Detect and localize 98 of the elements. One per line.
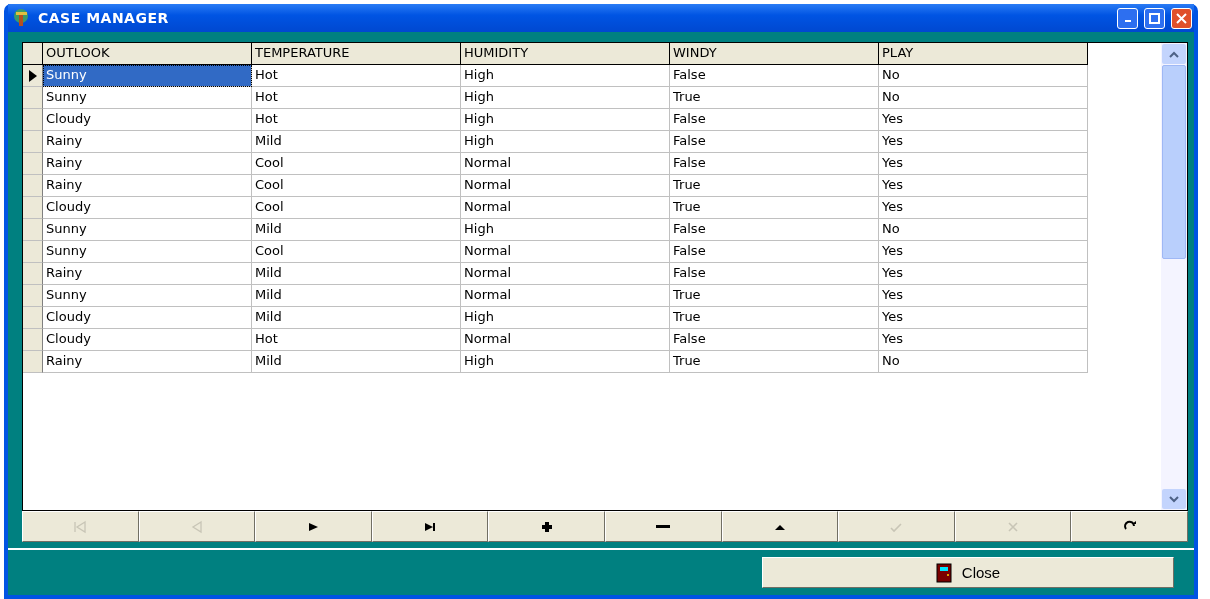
last-button[interactable] (371, 511, 489, 542)
table-cell: Yes (879, 263, 1088, 285)
table-cell: False (670, 263, 879, 285)
table-cell: Normal (461, 197, 670, 219)
table-cell: Yes (879, 329, 1088, 351)
prior-button[interactable] (138, 511, 256, 542)
table-cell: Rainy (43, 351, 252, 373)
post-button[interactable] (838, 511, 955, 542)
table-cell: Cloudy (43, 329, 252, 351)
window-close-button[interactable] (1171, 7, 1192, 29)
first-button[interactable] (22, 511, 139, 542)
table-cell: No (879, 351, 1088, 373)
door-icon (935, 562, 952, 583)
scrollbar[interactable] (1161, 43, 1187, 510)
table-cell: Yes (879, 109, 1088, 131)
table-cell: Normal (461, 175, 670, 197)
table-cell: False (670, 219, 879, 241)
table-cell: Cloudy (43, 307, 252, 329)
table-cell: Mild (252, 351, 461, 373)
table-cell: False (670, 241, 879, 263)
maximize-icon (1149, 12, 1160, 24)
table-cell: True (670, 351, 879, 373)
column-header[interactable]: PLAY (879, 43, 1088, 65)
table-cell: False (670, 65, 879, 87)
table-cell: High (461, 351, 670, 373)
table-cell: Yes (879, 153, 1088, 175)
table-cell: Rainy (43, 131, 252, 153)
column-header[interactable]: HUMIDITY (461, 43, 670, 65)
table-cell: Normal (461, 285, 670, 307)
table-cell: High (461, 307, 670, 329)
table-cell: Normal (461, 153, 670, 175)
table-cell: Hot (252, 65, 461, 87)
table-cell: Normal (461, 263, 670, 285)
cancel-button[interactable] (954, 511, 1072, 542)
table-cell: Yes (879, 131, 1088, 153)
table-cell: False (670, 131, 879, 153)
table-cell: Mild (252, 263, 461, 285)
table-cell: True (670, 197, 879, 219)
table-cell: Mild (252, 307, 461, 329)
next-button[interactable] (255, 511, 372, 542)
minimize-button[interactable] (1117, 7, 1138, 29)
table-cell: Rainy (43, 153, 252, 175)
table-cell: Sunny (43, 285, 252, 307)
scroll-down-icon[interactable] (1169, 495, 1179, 503)
table-cell: Sunny (43, 87, 252, 109)
table-cell: Normal (461, 241, 670, 263)
table-cell: Yes (879, 197, 1088, 219)
table-cell: False (670, 153, 879, 175)
table-cell: High (461, 131, 670, 153)
table-cell: Normal (461, 329, 670, 351)
maximize-button[interactable] (1144, 7, 1165, 29)
table-cell: Hot (252, 87, 461, 109)
table-cell: Hot (252, 109, 461, 131)
delete-button[interactable] (604, 511, 722, 542)
close-icon (1176, 12, 1187, 24)
table-cell: False (670, 109, 879, 131)
table-cell: Cool (252, 241, 461, 263)
table-cell: Cool (252, 197, 461, 219)
row-indicator[interactable] (23, 65, 43, 87)
window-title: CASE MANAGER (38, 10, 170, 26)
insert-button[interactable] (488, 511, 605, 542)
table-cell: High (461, 109, 670, 131)
table-cell: True (670, 175, 879, 197)
table-cell: Yes (879, 307, 1088, 329)
table-cell: Mild (252, 219, 461, 241)
table-cell: High (461, 219, 670, 241)
table-cell: Yes (879, 175, 1088, 197)
table-cell: False (670, 329, 879, 351)
table-cell: Cool (252, 153, 461, 175)
table-cell: Yes (879, 285, 1088, 307)
table-cell: Sunny (43, 65, 252, 87)
minimize-icon (1124, 20, 1131, 22)
table-cell: Cool (252, 175, 461, 197)
table-cell: Mild (252, 131, 461, 153)
table-cell: Cloudy (43, 197, 252, 219)
table-cell: Rainy (43, 263, 252, 285)
column-header[interactable]: WINDY (670, 43, 879, 65)
scroll-up-icon[interactable] (1169, 50, 1179, 58)
table-cell: Sunny (43, 241, 252, 263)
column-header[interactable]: OUTLOOK (43, 43, 252, 65)
table-cell: High (461, 65, 670, 87)
table-cell: Rainy (43, 175, 252, 197)
edit-button[interactable] (721, 511, 839, 542)
table-cell: High (461, 87, 670, 109)
table-cell: No (879, 87, 1088, 109)
column-header[interactable]: TEMPERATURE (252, 43, 461, 65)
table-cell: Cloudy (43, 109, 252, 131)
table-cell: True (670, 307, 879, 329)
table-cell: No (879, 219, 1088, 241)
table-cell: Mild (252, 285, 461, 307)
close-button[interactable]: Close (762, 557, 1174, 588)
table-cell: True (670, 285, 879, 307)
table-cell: Sunny (43, 219, 252, 241)
table-cell: Yes (879, 241, 1088, 263)
refresh-button[interactable] (1071, 511, 1188, 542)
table-cell: True (670, 87, 879, 109)
table-cell: No (879, 65, 1088, 87)
table-cell: Hot (252, 329, 461, 351)
